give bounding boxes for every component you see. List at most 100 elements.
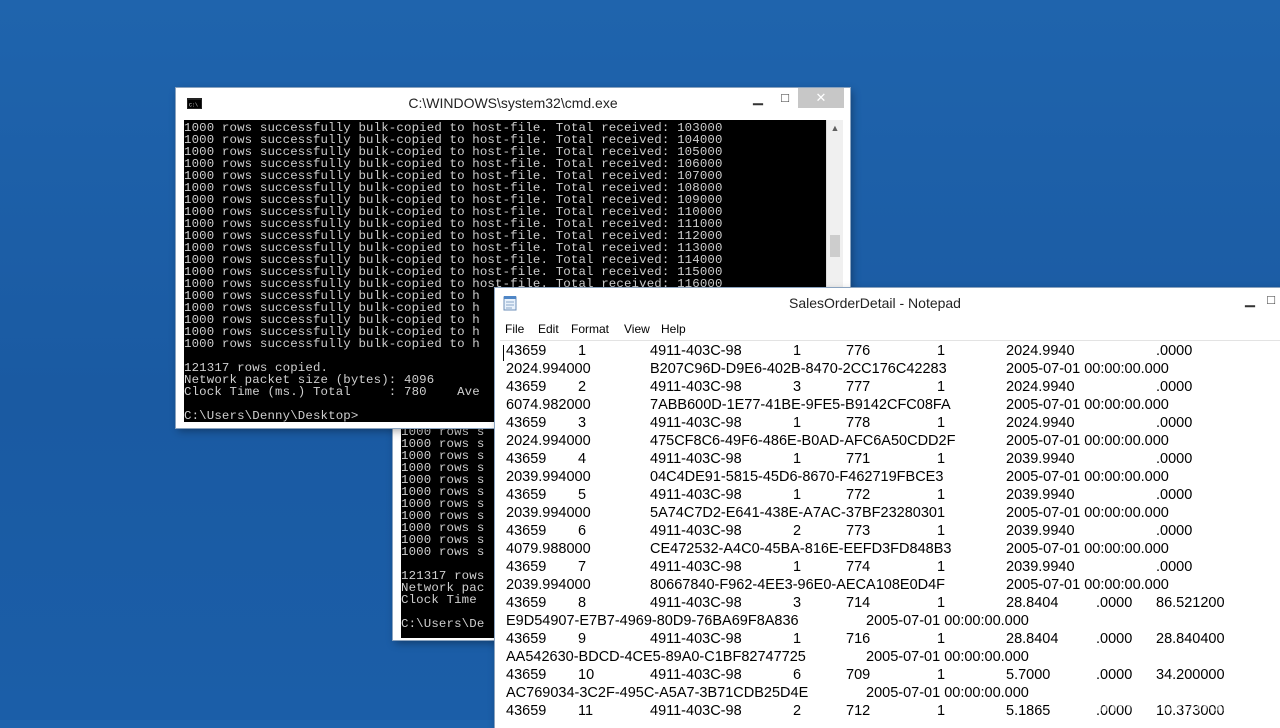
menu-edit[interactable]: Edit (538, 322, 559, 336)
text-field: 2 (578, 379, 587, 395)
text-field: 10 (578, 667, 595, 683)
text-field: 2005-07-01 00:00:00.000 (1006, 433, 1169, 449)
text-field: 5A74C7D2-E641-438E-A7AC-37BF23280301 (650, 505, 946, 521)
text-field: 2039.9940 (1006, 451, 1075, 467)
text-field: 1 (937, 631, 946, 647)
minimize-button[interactable]: ▁ (745, 88, 771, 108)
text-field: 2039.994000 (506, 469, 591, 485)
text-field: 43659 (506, 343, 547, 359)
console-line: C:\Users\De (401, 617, 485, 631)
text-field: AA542630-BDCD-4CE5-89A0-C1BF82747725 (506, 649, 806, 665)
text-field: 2024.994000 (506, 361, 591, 377)
text-field: 712 (846, 703, 871, 719)
text-field: 43659 (506, 379, 547, 395)
cmd-window-background[interactable]: 1000 rows s 1000 rows s 1000 rows s 1000 ro… (393, 418, 503, 640)
text-line: 2024.994000 B207C96D-D9E6-402B-8470-2CC17… (500, 361, 1280, 379)
notepad-window[interactable]: SalesOrderDetail - Notepad ▁ □ File Edit… (495, 288, 1280, 728)
text-field: 1 (793, 487, 802, 503)
text-field: 4911-403C-98 (650, 451, 742, 467)
menu-help[interactable]: Help (661, 322, 686, 336)
text-field: 28.840400 (1156, 631, 1225, 647)
text-field: 4079.988000 (506, 541, 591, 557)
text-field: 1 (937, 523, 946, 539)
text-field: 8 (578, 595, 587, 611)
text-field: AC769034-3C2F-495C-A5A7-3B71CDB25D4E (506, 685, 809, 701)
text-field: .0000 (1156, 415, 1193, 431)
text-field: 43659 (506, 523, 547, 539)
text-field: 709 (846, 667, 871, 683)
text-field: 7 (578, 559, 587, 575)
text-field: 1 (793, 343, 802, 359)
text-field: .0000 (1156, 487, 1193, 503)
scroll-up-arrow-icon[interactable]: ▲ (827, 120, 843, 136)
text-line: 2039.994000 5A74C7D2-E641-438E-A7AC-37BF2… (500, 505, 1280, 523)
text-field: 2039.994000 (506, 505, 591, 521)
text-field: 7ABB600D-1E77-41BE-9FE5-B9142CFC08FA (650, 397, 951, 413)
text-field: 777 (846, 379, 871, 395)
text-field: 4911-403C-98 (650, 631, 742, 647)
scroll-thumb[interactable] (830, 235, 840, 257)
text-field: 4911-403C-98 (650, 559, 742, 575)
text-line: 43659 1 4911-403C-98 1 776 1 2024.9940 .0000 (500, 343, 1280, 361)
text-field: .0000 (1156, 379, 1193, 395)
text-field: 2005-07-01 00:00:00.000 (1006, 397, 1169, 413)
text-line: 4079.988000 CE472532-A4C0-45BA-816E-EEFD3… (500, 541, 1280, 559)
maximize-button[interactable]: □ (772, 88, 798, 108)
cmd-titlebar[interactable]: C:\ C:\WINDOWS\system32\cmd.exe ▁ □ ✕ (176, 88, 850, 118)
text-field: 4911-403C-98 (650, 487, 742, 503)
text-field: 4911-403C-98 (650, 343, 742, 359)
menu-file[interactable]: File (505, 322, 524, 336)
notepad-minimize-button[interactable]: ▁ (1237, 290, 1263, 310)
text-field: 28.8404 (1006, 595, 1059, 611)
console-background-output: 1000 rows s 1000 rows s 1000 rows s 1000 ro… (401, 426, 503, 638)
text-field: 1 (937, 379, 946, 395)
menu-format[interactable]: Format (571, 322, 609, 336)
text-field: 9 (578, 631, 587, 647)
text-field: 773 (846, 523, 871, 539)
text-field: 6 (793, 667, 802, 683)
text-field: 43659 (506, 451, 547, 467)
text-field: 1 (937, 487, 946, 503)
text-field: 34.200000 (1156, 667, 1225, 683)
text-field: .0000 (1096, 595, 1133, 611)
text-field: 2 (793, 523, 802, 539)
text-field: .0000 (1156, 343, 1193, 359)
notepad-titlebar[interactable]: SalesOrderDetail - Notepad ▁ □ (495, 288, 1280, 318)
text-field: 28.8404 (1006, 631, 1059, 647)
text-line: E9D54907-E7B7-4969-80D9-76BA69F8A836 2005… (500, 613, 1280, 631)
close-button[interactable]: ✕ (798, 88, 844, 108)
text-field: 716 (846, 631, 871, 647)
text-field: 2039.9940 (1006, 487, 1075, 503)
text-field: 1 (937, 595, 946, 611)
text-field: 43659 (506, 559, 547, 575)
text-field: 43659 (506, 415, 547, 431)
text-field: 2039.9940 (1006, 523, 1075, 539)
text-line: AA542630-BDCD-4CE5-89A0-C1BF82747725 2005… (500, 649, 1280, 667)
text-field: 1 (793, 451, 802, 467)
notepad-maximize-button[interactable]: □ (1263, 290, 1279, 310)
text-field: 43659 (506, 703, 547, 719)
text-field: 2005-07-01 00:00:00.000 (1006, 505, 1169, 521)
text-field: 11 (578, 703, 594, 719)
text-field: 1 (937, 703, 946, 719)
text-field: 43659 (506, 487, 547, 503)
text-field: CE472532-A4C0-45BA-816E-EEFD3FD848B3 (650, 541, 952, 557)
text-field: 4911-403C-98 (650, 415, 742, 431)
text-field: 3 (793, 379, 802, 395)
text-field: 2005-07-01 00:00:00.000 (1006, 469, 1169, 485)
text-field: 2024.9940 (1006, 379, 1075, 395)
text-field: .0000 (1156, 523, 1193, 539)
text-field: 1 (793, 415, 802, 431)
text-field: 1 (937, 343, 946, 359)
menu-view[interactable]: View (624, 322, 650, 336)
text-field: .0000 (1096, 667, 1133, 683)
text-field: 774 (846, 559, 871, 575)
text-field: 4911-403C-98 (650, 595, 742, 611)
notepad-text-area[interactable]: 43659 1 4911-403C-98 1 776 1 2024.9940.0000 202… (500, 340, 1280, 728)
text-field: 43659 (506, 667, 547, 683)
text-field: 1 (937, 415, 946, 431)
text-field: .0000 (1096, 631, 1133, 647)
text-field: 6 (578, 523, 587, 539)
text-field: 5 (578, 487, 587, 503)
text-field: 2024.9940 (1006, 343, 1075, 359)
